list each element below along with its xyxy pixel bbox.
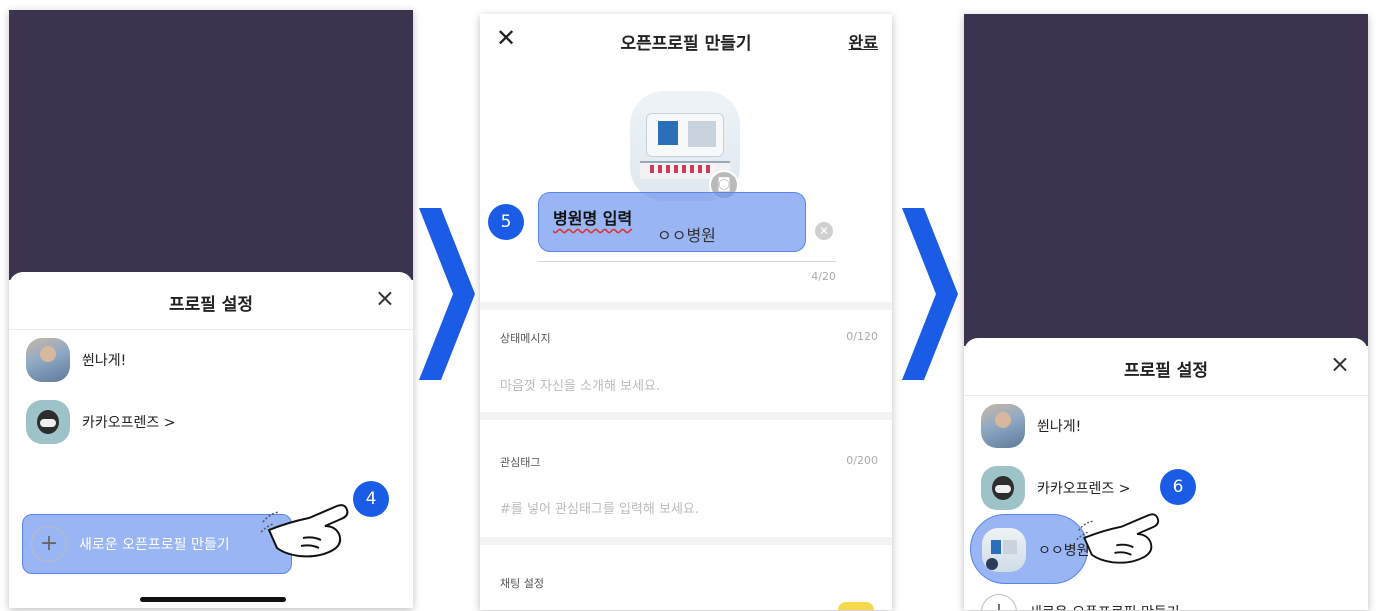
- panel-profile-settings-step4: 프로필 설정 × 쒼나게! 카카오프렌즈 > + 새로운 오픈프로필 만들기 4: [9, 10, 413, 608]
- interest-tag-counter: 0/200: [846, 454, 878, 467]
- sheet-header: 프로필 설정 ×: [964, 338, 1368, 396]
- plus-icon: +: [981, 594, 1017, 610]
- avatar: [26, 338, 70, 382]
- profile-name: 쒼나게!: [82, 353, 127, 369]
- new-open-profile-button[interactable]: + 새로운 오픈프로필 만들기: [31, 526, 230, 562]
- profile-name-input[interactable]: ㅇㅇ병원: [657, 222, 716, 246]
- panel-create-open-profile-step5: ✕ 오픈프로필 만들기 완료 ◙ 5 병원명 입력 ㅇㅇ병원 ✕ 4/20 상태…: [480, 14, 892, 610]
- new-open-profile-button[interactable]: + 새로운 오픈프로필 만들기: [981, 594, 1180, 610]
- profile-name: 카카오프렌즈 >: [1037, 481, 1131, 497]
- status-message-label: 상태메시지: [500, 332, 551, 345]
- plus-icon: +: [31, 526, 67, 562]
- chat-setting-toggle[interactable]: [838, 602, 874, 610]
- new-profile-label: 새로운 오픈프로필 만들기: [79, 537, 230, 553]
- tutorial-stage: 프로필 설정 × 쒼나게! 카카오프렌즈 > + 새로운 오픈프로필 만들기 4: [0, 0, 1377, 611]
- pointing-hand-icon: [1076, 513, 1160, 564]
- chat-settings-section: 채팅 설정: [480, 537, 892, 610]
- avatar: [982, 528, 1026, 572]
- page-title: 오픈프로필 만들기: [620, 34, 752, 54]
- status-message-counter: 0/120: [846, 330, 878, 343]
- char-counter: 4/20: [811, 270, 836, 283]
- profile-name: 카카오프렌즈 >: [82, 415, 176, 431]
- clear-icon[interactable]: ✕: [815, 222, 833, 240]
- chat-settings-label: 채팅 설정: [500, 577, 544, 590]
- dimmed-background: [9, 10, 413, 280]
- input-underline: [538, 261, 836, 262]
- next-step-arrow-icon: [419, 208, 475, 380]
- close-icon[interactable]: ×: [1330, 352, 1350, 376]
- panel-profile-settings-step6: 프로필 설정 × 쒼나게! 카카오프렌즈 > ㅇㅇ병원 6: [964, 14, 1368, 610]
- pointing-hand-icon: [260, 504, 349, 558]
- avatar: [26, 400, 70, 444]
- profile-item[interactable]: 쒼나게!: [981, 404, 1081, 448]
- status-message-input[interactable]: 마음껏 자신을 소개해 보세요.: [500, 375, 660, 394]
- sheet-header: 프로필 설정 ×: [9, 272, 413, 330]
- profile-item[interactable]: 카카오프렌즈 >: [26, 400, 175, 444]
- create-profile-header: ✕ 오픈프로필 만들기 완료: [480, 14, 892, 64]
- new-profile-label: 새로운 오픈프로필 만들기: [1029, 602, 1180, 610]
- home-indicator: [140, 597, 286, 602]
- input-annotation: 병원명 입력: [553, 209, 633, 228]
- sheet-title: 프로필 설정: [168, 295, 254, 315]
- step-badge: 6: [1160, 469, 1196, 505]
- avatar: [981, 404, 1025, 448]
- sheet-title: 프로필 설정: [1123, 361, 1209, 381]
- profile-item[interactable]: 쒼나게!: [26, 338, 126, 382]
- dimmed-background: [964, 14, 1368, 346]
- close-icon[interactable]: ×: [375, 286, 395, 310]
- interest-tag-input[interactable]: #를 넣어 관심태그를 입력해 보세요.: [500, 498, 699, 517]
- interest-tag-section: 관심태그 0/200 #를 넣어 관심태그를 입력해 보세요.: [480, 412, 892, 537]
- next-step-arrow-icon: [902, 208, 958, 380]
- step-badge: 5: [488, 204, 524, 240]
- done-button[interactable]: 완료: [849, 29, 878, 53]
- status-message-section: 상태메시지 0/120 마음껏 자신을 소개해 보세요.: [480, 302, 892, 412]
- profile-name: 쒼나게!: [1037, 419, 1082, 435]
- interest-tag-label: 관심태그: [500, 456, 541, 469]
- avatar: [981, 466, 1025, 510]
